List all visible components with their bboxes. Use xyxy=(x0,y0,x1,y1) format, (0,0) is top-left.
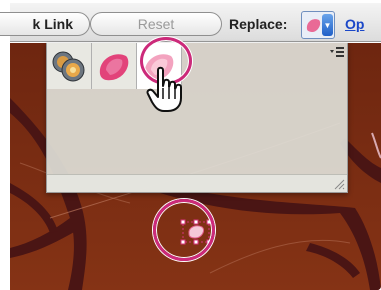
illustrator-window: k Link Reset Replace: ▼ Op xyxy=(0,0,381,290)
hand-pointer-cursor-icon xyxy=(146,66,182,112)
selected-symbol-swatch xyxy=(306,19,321,32)
reset-label: Reset xyxy=(137,16,175,32)
globe-symbol-icon xyxy=(52,51,85,82)
symbol-options-link[interactable]: Op xyxy=(345,16,364,32)
palette-footer xyxy=(47,174,347,192)
reset-button[interactable]: Reset xyxy=(90,12,222,36)
replace-label: Replace: xyxy=(229,16,288,32)
symbol-instance-highlight xyxy=(153,199,215,261)
resize-grip-icon[interactable] xyxy=(333,178,345,190)
break-link-button[interactable]: k Link xyxy=(0,12,90,36)
pink-petal-symbol-icon xyxy=(99,54,129,81)
dropdown-arrow-icon: ▼ xyxy=(322,14,333,36)
break-link-label: k Link xyxy=(32,16,73,32)
symbol-swatch-globe[interactable] xyxy=(47,43,92,89)
control-bar: k Link Reset Replace: ▼ Op xyxy=(0,3,381,42)
symbols-palette xyxy=(46,43,348,193)
symbol-swatch-pink-petal[interactable] xyxy=(92,43,137,89)
replace-symbol-dropdown[interactable]: ▼ xyxy=(301,11,335,39)
palette-menu-icon[interactable] xyxy=(330,46,344,60)
